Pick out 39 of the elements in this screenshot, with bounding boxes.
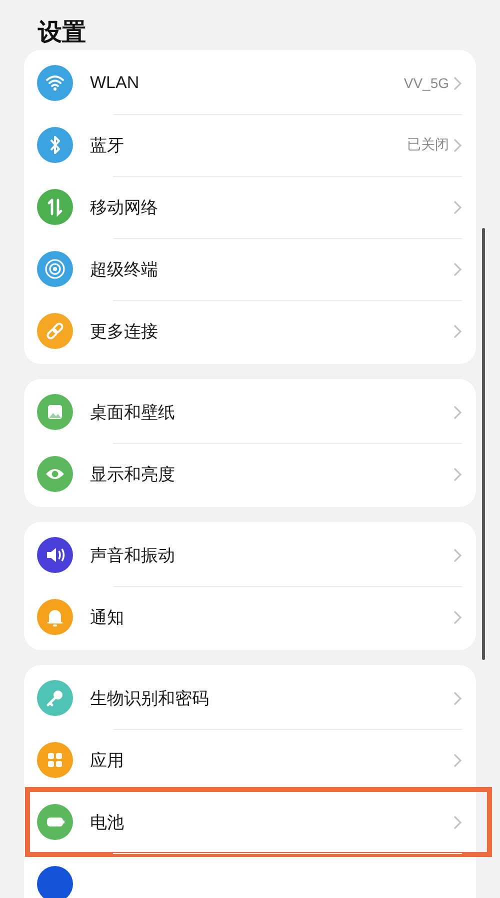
key-icon (37, 680, 73, 716)
target-icon (37, 251, 73, 287)
row-label[interactable]: 生物识别和密码 (90, 686, 453, 710)
chevron-icon (453, 262, 462, 276)
chevron-icon (453, 404, 462, 420)
row-label[interactable]: 超级终端 (90, 258, 453, 280)
bluetooth-icon (37, 127, 73, 163)
row-value: 已关闭 (407, 136, 449, 154)
row-label[interactable]: WLAN (90, 73, 404, 93)
battery-icon (37, 804, 73, 840)
row-label[interactable]: 电池 (90, 810, 453, 834)
speaker-icon (37, 537, 73, 573)
row-label[interactable]: 桌面和壁纸 (90, 400, 453, 424)
page-title: 设置 (36, 18, 87, 48)
chevron-icon (453, 324, 462, 338)
row-value: VV_5G (404, 75, 449, 91)
link-icon (37, 313, 73, 349)
wifi-icon (37, 65, 73, 101)
row-label[interactable]: 声音和振动 (90, 544, 453, 566)
grid-icon (37, 742, 73, 778)
chevron-icon (453, 548, 462, 562)
chevron-icon (453, 138, 462, 152)
eye-icon (37, 456, 73, 492)
arrows-icon (37, 189, 73, 225)
row-label[interactable]: 更多连接 (90, 320, 453, 342)
chevron-icon (453, 200, 462, 214)
chevron-icon (453, 690, 462, 706)
chevron-icon (453, 814, 462, 830)
row-label[interactable]: 蓝牙 (90, 134, 407, 156)
chevron-icon (453, 752, 462, 768)
row-label[interactable]: 显示和亮度 (90, 462, 453, 486)
bell-icon (37, 599, 73, 635)
chevron-icon (453, 466, 462, 482)
image-icon (37, 394, 73, 430)
chevron-icon (453, 76, 462, 90)
row-label[interactable]: 应用 (90, 748, 453, 772)
chevron-icon (453, 610, 462, 624)
row-label[interactable]: 移动网络 (90, 196, 453, 218)
row-label[interactable]: 通知 (90, 606, 453, 628)
